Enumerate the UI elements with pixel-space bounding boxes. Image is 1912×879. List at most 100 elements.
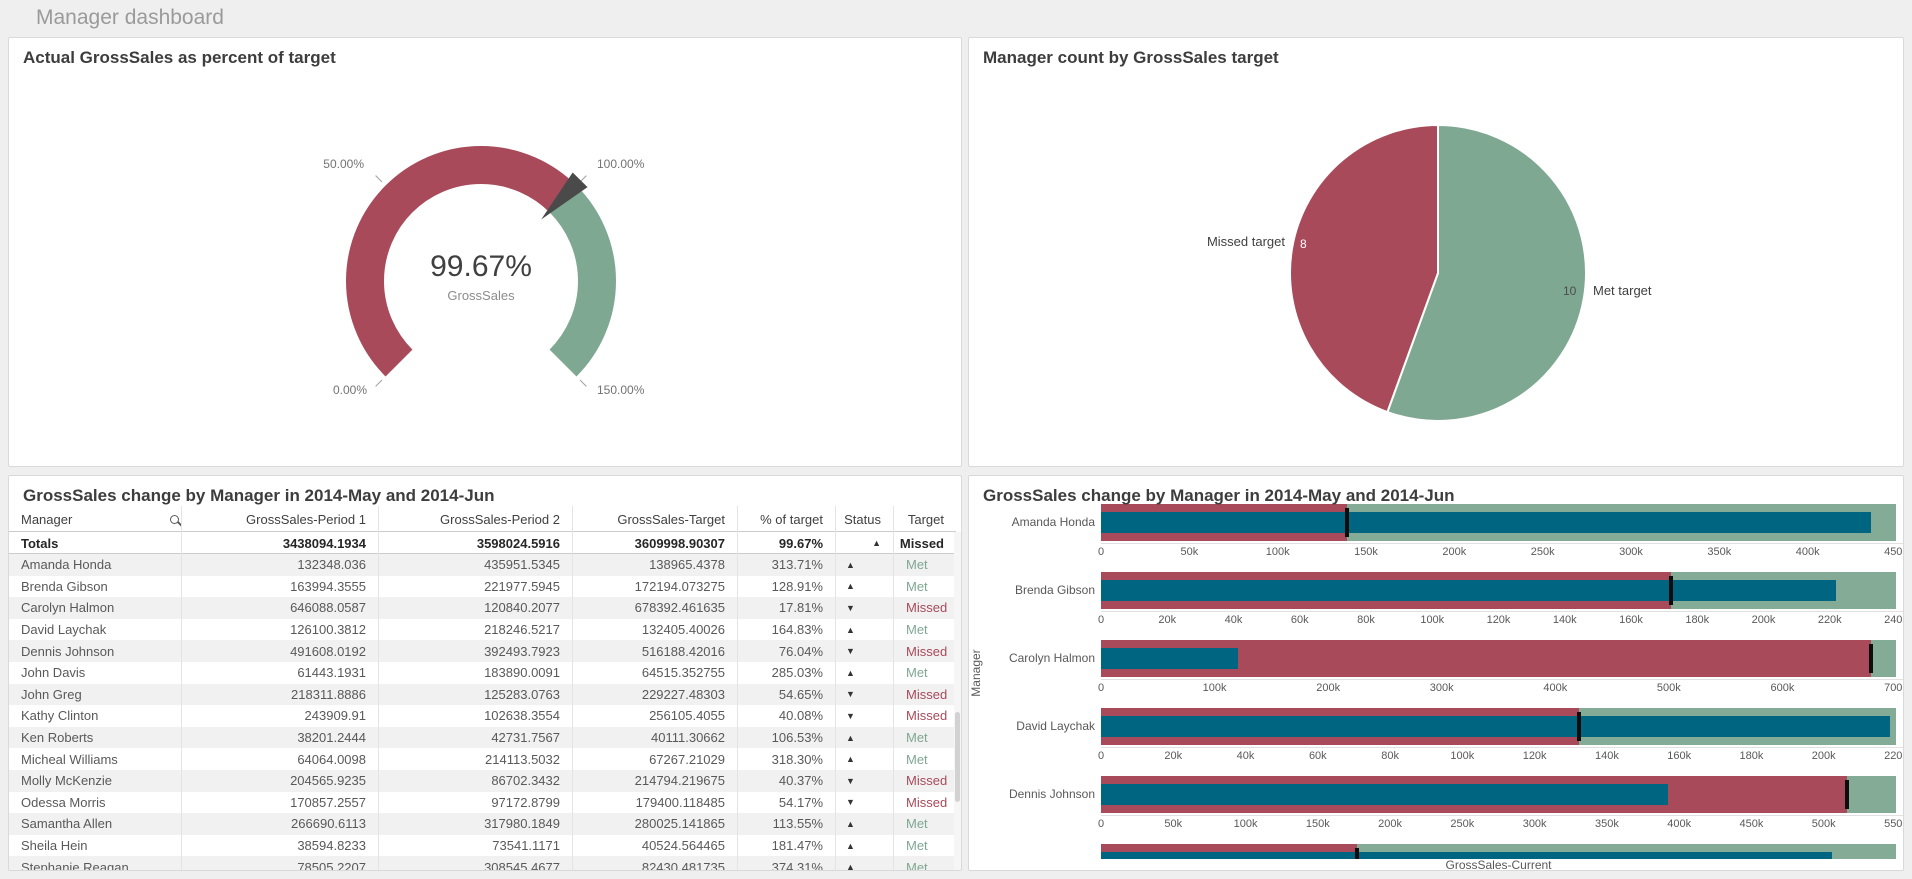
- cell-pct: 76.04%: [738, 640, 836, 662]
- cell-target: 40111.30662: [573, 726, 738, 749]
- column-header-pct[interactable]: % of target: [738, 506, 836, 532]
- cell-met: Missed: [906, 708, 948, 724]
- table-scrollbar-thumb[interactable]: [955, 712, 960, 802]
- table-row[interactable]: Odessa Morris 170857.2557 97172.8799 179400…: [9, 791, 956, 814]
- cell-manager[interactable]: Stephanie Reagan: [9, 856, 182, 870]
- column-header-met[interactable]: Target: [894, 506, 956, 532]
- table-panel: GrossSales change by Manager in 2014-May…: [8, 475, 962, 871]
- table-row[interactable]: Samantha Allen 266690.6113 317980.1849 2800…: [9, 813, 956, 835]
- bullet-manager-label: Amanda Honda: [1011, 515, 1095, 529]
- bullet-band: [1101, 504, 1896, 541]
- status-up-icon: ▲: [846, 667, 855, 678]
- gauge-tick-mark: [375, 379, 383, 387]
- cell-target: 214794.219675: [573, 769, 738, 792]
- bullet-axis-tick-label: 160k: [1619, 614, 1643, 626]
- status-up-icon: ▲: [846, 732, 855, 743]
- bullet-band: [1101, 640, 1896, 677]
- cell-status: ▲: [836, 554, 894, 576]
- cell-status: ▲: [836, 661, 894, 684]
- cell-manager[interactable]: Samantha Allen: [9, 813, 182, 835]
- bullet-target-marker: [1669, 576, 1674, 605]
- table-scrollbar[interactable]: [954, 532, 961, 870]
- table-row[interactable]: Amanda Honda 132348.036 435951.5345 138965.…: [9, 554, 956, 576]
- table-row[interactable]: David Laychak 126100.3812 218246.5217 13240…: [9, 618, 956, 641]
- cell-manager[interactable]: Ken Roberts: [9, 726, 182, 749]
- bullet-manager-label: Carolyn Halmon: [1008, 651, 1095, 665]
- status-up-icon: ▲: [846, 862, 855, 871]
- bullet-axis-tick-label: 0: [1097, 750, 1105, 762]
- cell-manager[interactable]: John Greg: [9, 683, 182, 706]
- cell-status: ▲: [836, 813, 894, 835]
- search-icon[interactable]: [170, 514, 179, 524]
- bullet-value-bar[interactable]: [1101, 716, 1890, 737]
- table-totals-row[interactable]: Totals 3438094.1934 3598024.5916 3609998.90…: [9, 532, 956, 554]
- bullet-value-bar[interactable]: [1101, 512, 1872, 533]
- table-header-row: Manager GrossSales-Period 1 GrossSales-Per…: [9, 506, 956, 532]
- cell-manager[interactable]: Sheila Hein: [9, 834, 182, 857]
- bullet-axis-tick-label: 60k: [1308, 750, 1327, 762]
- column-header-manager[interactable]: Manager: [9, 506, 182, 532]
- cell-p2: 3598024.5916: [379, 532, 573, 554]
- bullet-axis-line: [1101, 679, 1903, 680]
- cell-p2: 317980.1849: [379, 813, 573, 835]
- cell-met: Missed: [906, 794, 948, 810]
- table-row[interactable]: Molly McKenzie 204565.9235 86702.3432 21479…: [9, 769, 956, 792]
- cell-pct: 181.47%: [738, 834, 836, 857]
- cell-pct: 99.67%: [738, 532, 836, 554]
- column-header-label: GrossSales-Target: [617, 511, 725, 527]
- bullet-axis-tick-label: 300k: [1429, 682, 1454, 694]
- bullet-row-dennis-johnson: Dennis Johnson 0 50k 100k 150k 200k 250k 300k 35…: [969, 776, 1903, 844]
- cell-manager[interactable]: Molly McKenzie: [9, 769, 182, 792]
- bullet-value-bar[interactable]: [1101, 580, 1837, 601]
- cell-status: ▲: [836, 618, 894, 641]
- table-row[interactable]: Micheal Williams 64064.0098 214113.5032 672…: [9, 748, 956, 770]
- bullet-manager-label: Dennis Johnson: [1008, 787, 1095, 801]
- bullet-axis-tick-label: 220k: [1884, 750, 1903, 762]
- bullet-axis-line: [1101, 611, 1903, 612]
- table-row[interactable]: Dennis Johnson 491608.0192 392493.7923 5161…: [9, 640, 956, 662]
- bullet-axis-tick-label: 200k: [1751, 614, 1776, 626]
- cell-p1: 64064.0098: [182, 748, 379, 770]
- table-row[interactable]: Brenda Gibson 163994.3555 221977.5945 17219…: [9, 575, 956, 598]
- column-header-status[interactable]: Status: [836, 506, 894, 532]
- cell-manager[interactable]: Amanda Honda: [9, 554, 182, 576]
- cell-manager[interactable]: Brenda Gibson: [9, 575, 182, 598]
- cell-manager[interactable]: Micheal Williams: [9, 748, 182, 770]
- gauge-tick-150: 150.00%: [597, 383, 645, 397]
- table-row[interactable]: Stephanie Reagan 78505.2207 308545.4677 824…: [9, 856, 956, 871]
- cell-manager[interactable]: Odessa Morris: [9, 791, 182, 814]
- column-header-target[interactable]: GrossSales-Target: [573, 506, 738, 532]
- cell-manager[interactable]: Dennis Johnson: [9, 640, 182, 662]
- bullet-value-bar[interactable]: [1101, 648, 1239, 669]
- table-row[interactable]: Ken Roberts 38201.2444 42731.7567 40111.306…: [9, 726, 956, 749]
- cell-p2: 42731.7567: [379, 726, 573, 749]
- cell-manager[interactable]: Kathy Clinton: [9, 705, 182, 727]
- table-row[interactable]: John Davis 61443.1931 183890.0091 64515.352…: [9, 661, 956, 684]
- table-row[interactable]: Carolyn Halmon 646088.0587 120840.2077 6783…: [9, 597, 956, 619]
- table-row[interactable]: John Greg 218311.8886 125283.0763 229227.48…: [9, 683, 956, 706]
- column-header-p1[interactable]: GrossSales-Period 1: [182, 506, 379, 532]
- cell-manager[interactable]: Carolyn Halmon: [9, 597, 182, 619]
- status-down-icon: ▼: [846, 710, 855, 721]
- table-row[interactable]: Sheila Hein 38594.8233 73541.1171 40524.564…: [9, 834, 956, 857]
- bullet-band-met-range[interactable]: [1871, 640, 1896, 677]
- column-header-p2[interactable]: GrossSales-Period 2: [379, 506, 573, 532]
- pie-value-met: 10: [1563, 284, 1577, 298]
- bullet-y-axis-label: Manager: [969, 649, 983, 697]
- table-row[interactable]: Kathy Clinton 243909.91 102638.3554 256105.…: [9, 705, 956, 727]
- bullet-band-met-range[interactable]: [1847, 776, 1896, 813]
- cell-met: Met: [906, 557, 928, 573]
- cell-p2: 102638.3554: [379, 705, 573, 727]
- column-header-label: Status: [844, 511, 881, 527]
- column-header-label: Target: [907, 511, 944, 527]
- pie-value-missed: 8: [1300, 237, 1307, 251]
- bullet-value-bar[interactable]: [1101, 784, 1669, 805]
- gauge-value: 99.67%: [430, 250, 532, 283]
- pie-label-met: Met target: [1593, 283, 1652, 298]
- cell-met: Met: [906, 859, 928, 871]
- cell-manager[interactable]: David Laychak: [9, 618, 182, 641]
- cell-p1: 38201.2444: [182, 726, 379, 749]
- cell-manager[interactable]: John Davis: [9, 661, 182, 684]
- bullet-axis-tick-label: 250k: [1450, 818, 1475, 830]
- status-down-icon: ▼: [846, 775, 855, 786]
